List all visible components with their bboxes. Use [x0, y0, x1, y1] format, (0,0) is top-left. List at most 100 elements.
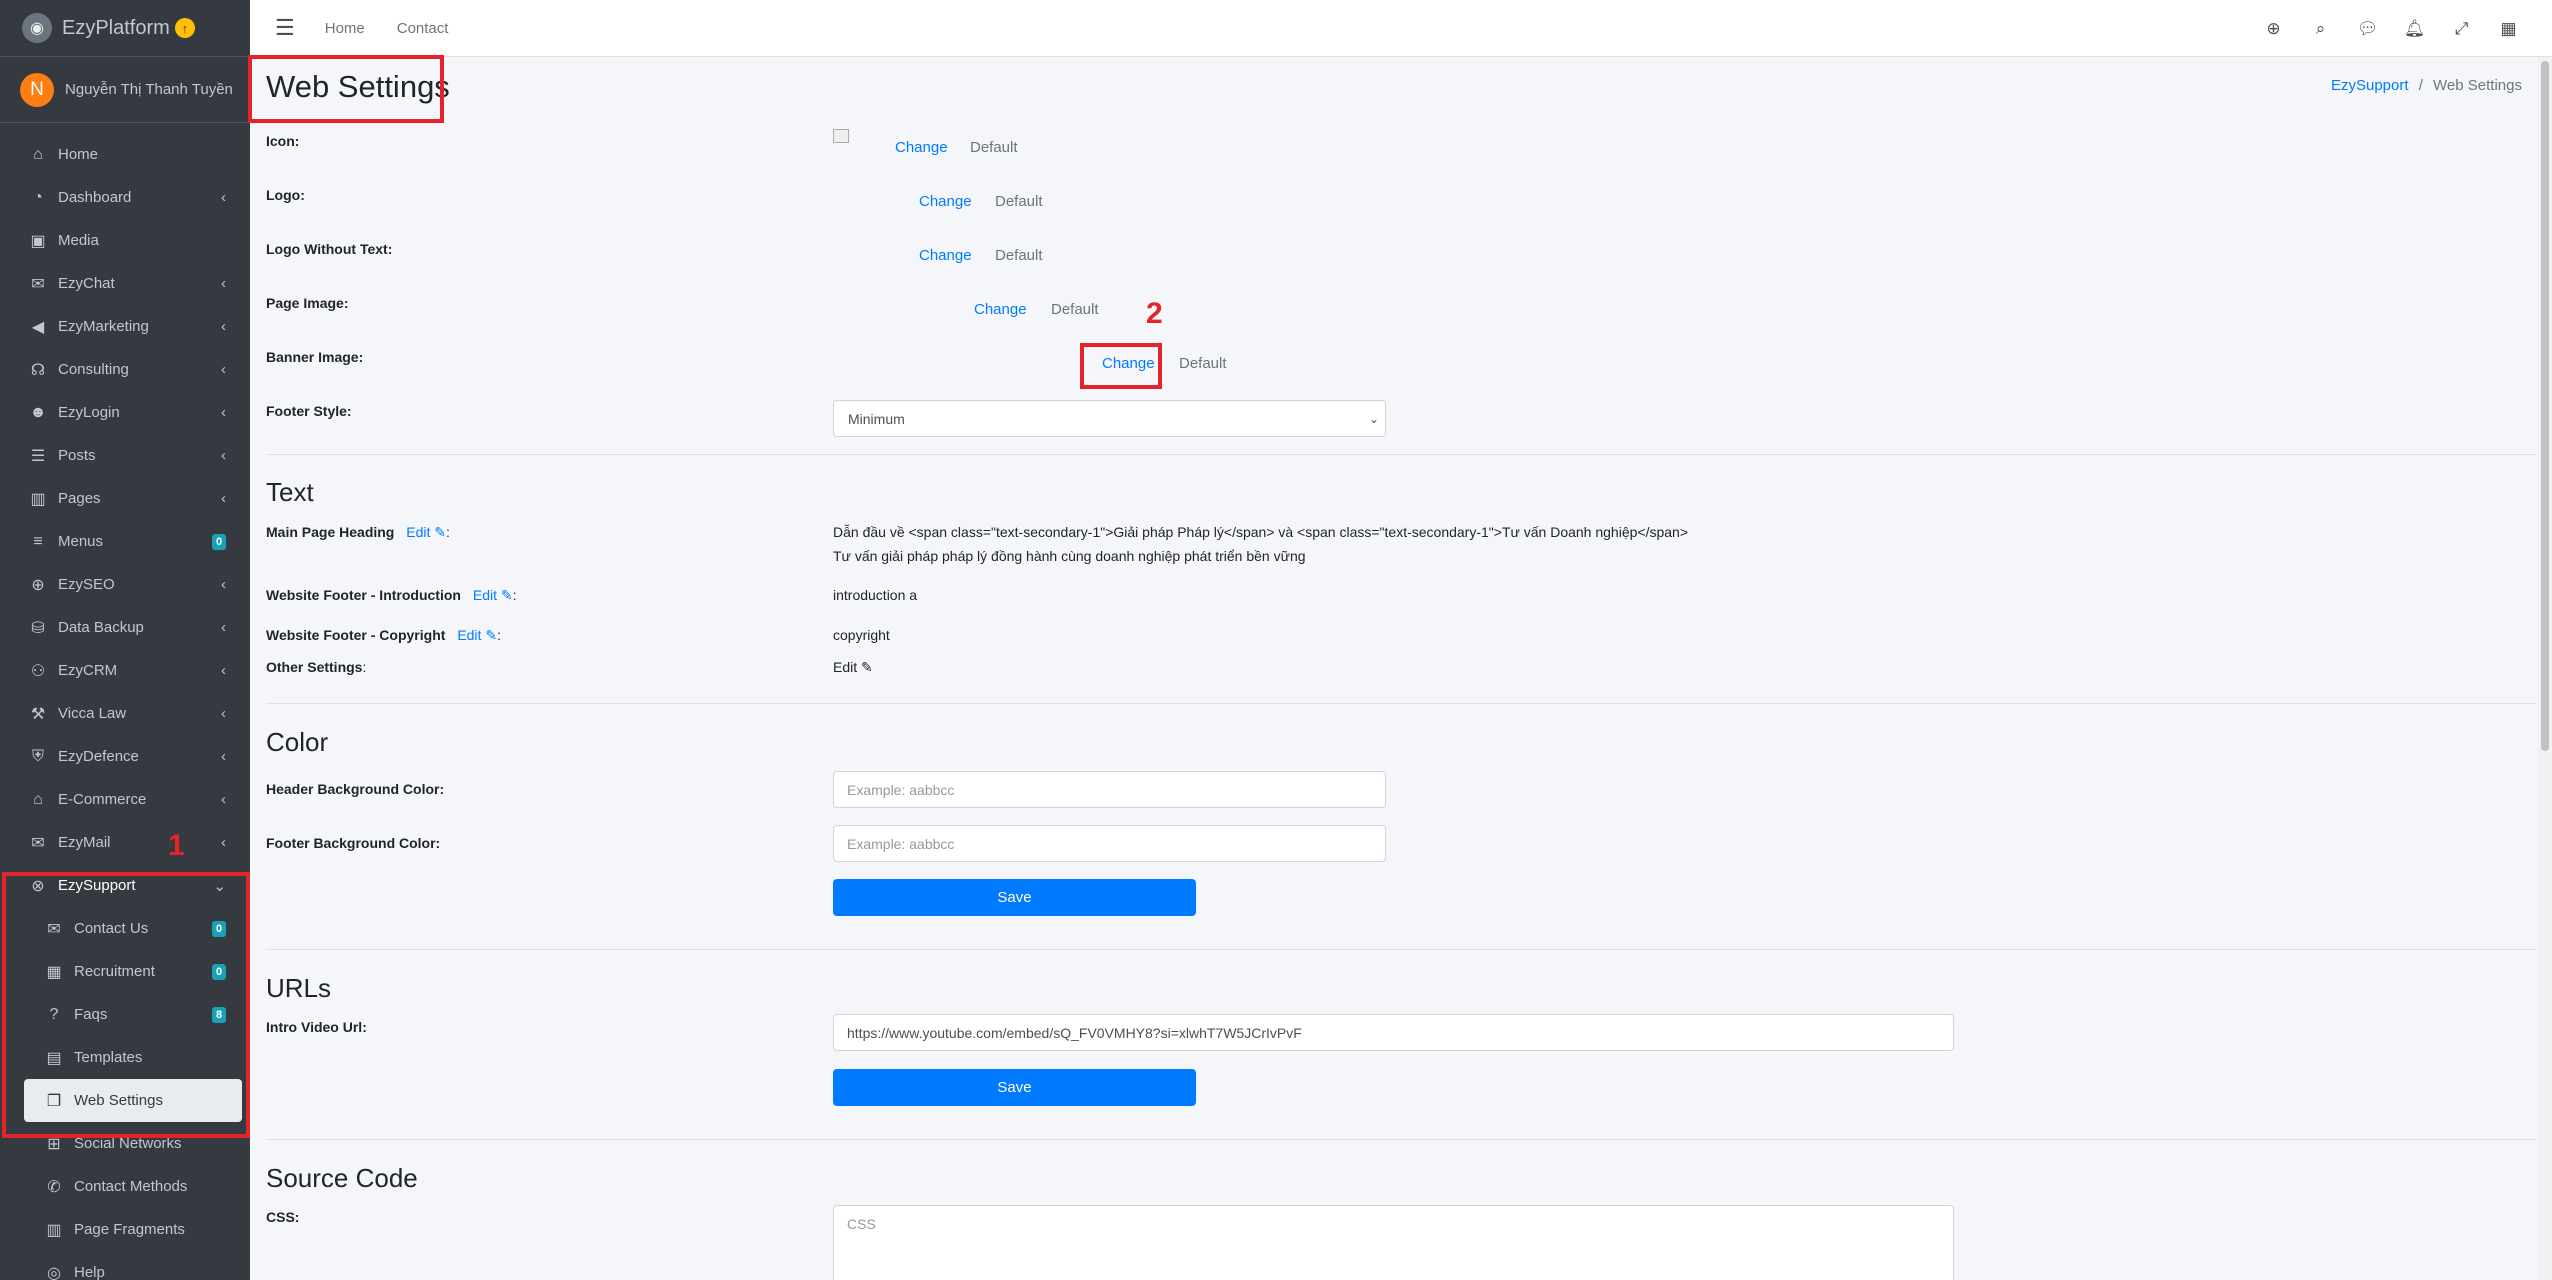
sidebar-item-ezymarketing[interactable]: ◀ EzyMarketing ‹ [0, 305, 250, 348]
icon-default-link[interactable]: Default [970, 139, 1018, 156]
main-heading-edit-link[interactable]: Edit ✎ [406, 524, 446, 540]
footer-intro-label: Website Footer - Introduction Edit ✎: [266, 587, 517, 604]
chevron-left-icon: ‹ [221, 619, 226, 636]
sidebar-item-pages[interactable]: ▥ Pages ‹ [0, 477, 250, 520]
annotation-highlight-title [248, 55, 444, 123]
topbar: ☰ Home Contact ⊕ ⌕ 💬︎ 🔔︎ ⤢ ▦ [250, 0, 2552, 57]
header-bg-color-input[interactable]: Example: aabbcc [833, 771, 1386, 808]
sidebar-item-posts[interactable]: ☰ Posts ‹ [0, 434, 250, 477]
brand-logo-icon: ◉ [22, 13, 52, 43]
footer-style-select[interactable]: Minimum ⌄ [833, 400, 1386, 437]
database-icon: ⛁ [31, 619, 45, 637]
comments-icon: ✉ [31, 275, 45, 293]
fullscreen-icon[interactable]: ⤢ [2438, 19, 2485, 39]
sidebar-item-ezydefence[interactable]: ⛨ EzyDefence ‹ [0, 735, 250, 778]
logo-default-link[interactable]: Default [995, 193, 1043, 210]
sidebar-item-label: E-Commerce [58, 791, 147, 808]
sidebar-item-ezychat[interactable]: ✉ EzyChat ‹ [0, 262, 250, 305]
urls-save-button[interactable]: Save [833, 1069, 1196, 1106]
css-textarea[interactable]: CSS [833, 1205, 1954, 1280]
sidebar-item-help[interactable]: ◎ Help [0, 1251, 250, 1280]
page-image-change-link[interactable]: Change [974, 301, 1027, 318]
brand[interactable]: ◉ EzyPlatform ↑ [0, 0, 250, 57]
sidebar-item-label: Contact Methods [74, 1178, 188, 1195]
user-panel[interactable]: N Nguyễn Thị Thanh Tuyền [0, 57, 250, 123]
sidebar-item-label: Data Backup [58, 619, 144, 636]
upgrade-icon[interactable]: ↑ [174, 18, 195, 38]
sidebar-item-e-commerce[interactable]: ⌂ E-Commerce ‹ [0, 778, 250, 821]
other-settings-edit-link[interactable]: Edit ✎ [833, 659, 873, 676]
footer-intro-edit-link[interactable]: Edit ✎ [473, 587, 513, 603]
globe-icon[interactable]: ⊕ [2250, 19, 2297, 39]
sidebar-item-dashboard[interactable]: ◔ Dashboard ‹ [0, 176, 250, 219]
logo-without-text-default-link[interactable]: Default [995, 247, 1043, 264]
chevron-left-icon: ‹ [221, 662, 226, 679]
brand-name: EzyPlatform [62, 16, 170, 39]
footer-copyright-edit-link[interactable]: Edit ✎ [457, 627, 497, 643]
header-bg-color-placeholder: Example: aabbcc [847, 781, 955, 798]
sidebar-item-ezylogin[interactable]: ☻ EzyLogin ‹ [0, 391, 250, 434]
sidebar-item-data-backup[interactable]: ⛁ Data Backup ‹ [0, 606, 250, 649]
topbar-icons: ⊕ ⌕ 💬︎ 🔔︎ ⤢ ▦ [2250, 0, 2532, 57]
edit-link-text: Edit [457, 627, 482, 643]
banner-image-default-link[interactable]: Default [1179, 355, 1227, 372]
header-bg-color-label: Header Background Color: [266, 781, 445, 797]
divider [266, 703, 2536, 704]
chevron-left-icon: ‹ [221, 490, 226, 507]
bell-icon[interactable]: 🔔︎ [2391, 19, 2438, 39]
annotation-number-2: 2 [1146, 297, 1163, 330]
icon-change-link[interactable]: Change [895, 139, 948, 156]
page-image-default-link[interactable]: Default [1051, 301, 1099, 318]
other-settings-label: Other Settings: [266, 659, 366, 675]
chevron-left-icon: ‹ [221, 404, 226, 421]
chevron-left-icon: ‹ [221, 361, 226, 378]
sidebar-item-home[interactable]: ⌂ Home [0, 133, 250, 176]
edit-icon: ✎ [485, 627, 498, 643]
divider [266, 454, 2536, 455]
chat-icon[interactable]: 💬︎ [2344, 19, 2391, 39]
broken-image-icon [833, 129, 849, 143]
sidebar-item-menus[interactable]: ≡ Menus 0 [0, 520, 250, 563]
section-title-urls: URLs [266, 973, 332, 1003]
nav-link-contact[interactable]: Contact [397, 20, 449, 37]
intro-video-url-label: Intro Video Url: [266, 1019, 367, 1035]
sidebar-item-ezyseo[interactable]: ⊕ EzySEO ‹ [0, 563, 250, 606]
sidebar-item-label: EzyLogin [58, 404, 120, 421]
bullhorn-icon: ◀ [31, 318, 45, 336]
sidebar-item-page-fragments[interactable]: ▥ Page Fragments [0, 1208, 250, 1251]
main-content: Web Settings EzySupport / Web Settings I… [248, 55, 2552, 1280]
footer-bg-color-input[interactable]: Example: aabbcc [833, 825, 1386, 862]
sidebar-item-ezycrm[interactable]: ⚇ EzyCRM ‹ [0, 649, 250, 692]
footer-copyright-label: Website Footer - Copyright Edit ✎: [266, 627, 501, 644]
breadcrumb-link-ezysupport[interactable]: EzySupport [2331, 77, 2409, 94]
sidebar-item-vicca-law[interactable]: ⚒ Vicca Law ‹ [0, 692, 250, 735]
annotation-highlight-ezysupport [2, 872, 250, 1138]
intro-video-url-input[interactable]: https://www.youtube.com/embed/sQ_FV0VMHY… [833, 1014, 1954, 1051]
search-icon[interactable]: ⌕ [2297, 19, 2344, 39]
sidebar-item-label: EzyDefence [58, 748, 139, 765]
sidebar-item-ezymail[interactable]: ✉ EzyMail ‹ [0, 821, 250, 864]
logo-without-text-change-link[interactable]: Change [919, 247, 972, 264]
sidebar-item-media[interactable]: ▣ Media [0, 219, 250, 262]
colon: : [446, 524, 450, 540]
hamburger-menu-icon[interactable]: ☰ [275, 15, 295, 41]
page-scrollbar[interactable] [2538, 57, 2552, 1280]
user-lock-icon: ☻ [29, 403, 47, 421]
scrollbar-thumb[interactable] [2541, 61, 2549, 751]
logo-change-link[interactable]: Change [919, 193, 972, 210]
icon-label: Icon: [266, 133, 300, 149]
footer-copyright-label-text: Website Footer - Copyright [266, 627, 446, 643]
footer-bg-color-label: Footer Background Color: [266, 835, 441, 851]
apps-grid-icon[interactable]: ▦ [2485, 19, 2532, 39]
avatar: N [20, 72, 54, 107]
list-alt-icon: ☰ [30, 447, 46, 465]
sidebar-item-consulting[interactable]: ☊ Consulting ‹ [0, 348, 250, 391]
color-save-button[interactable]: Save [833, 879, 1196, 916]
nav-link-home[interactable]: Home [325, 20, 365, 37]
sidebar-item-contact-methods[interactable]: ✆ Contact Methods [0, 1165, 250, 1208]
section-title-source-code: Source Code [266, 1163, 418, 1193]
image-icon: ▣ [30, 232, 46, 250]
edit-link-text: Edit [406, 524, 431, 540]
colon: : [512, 587, 517, 603]
section-title-text: Text [266, 477, 314, 507]
